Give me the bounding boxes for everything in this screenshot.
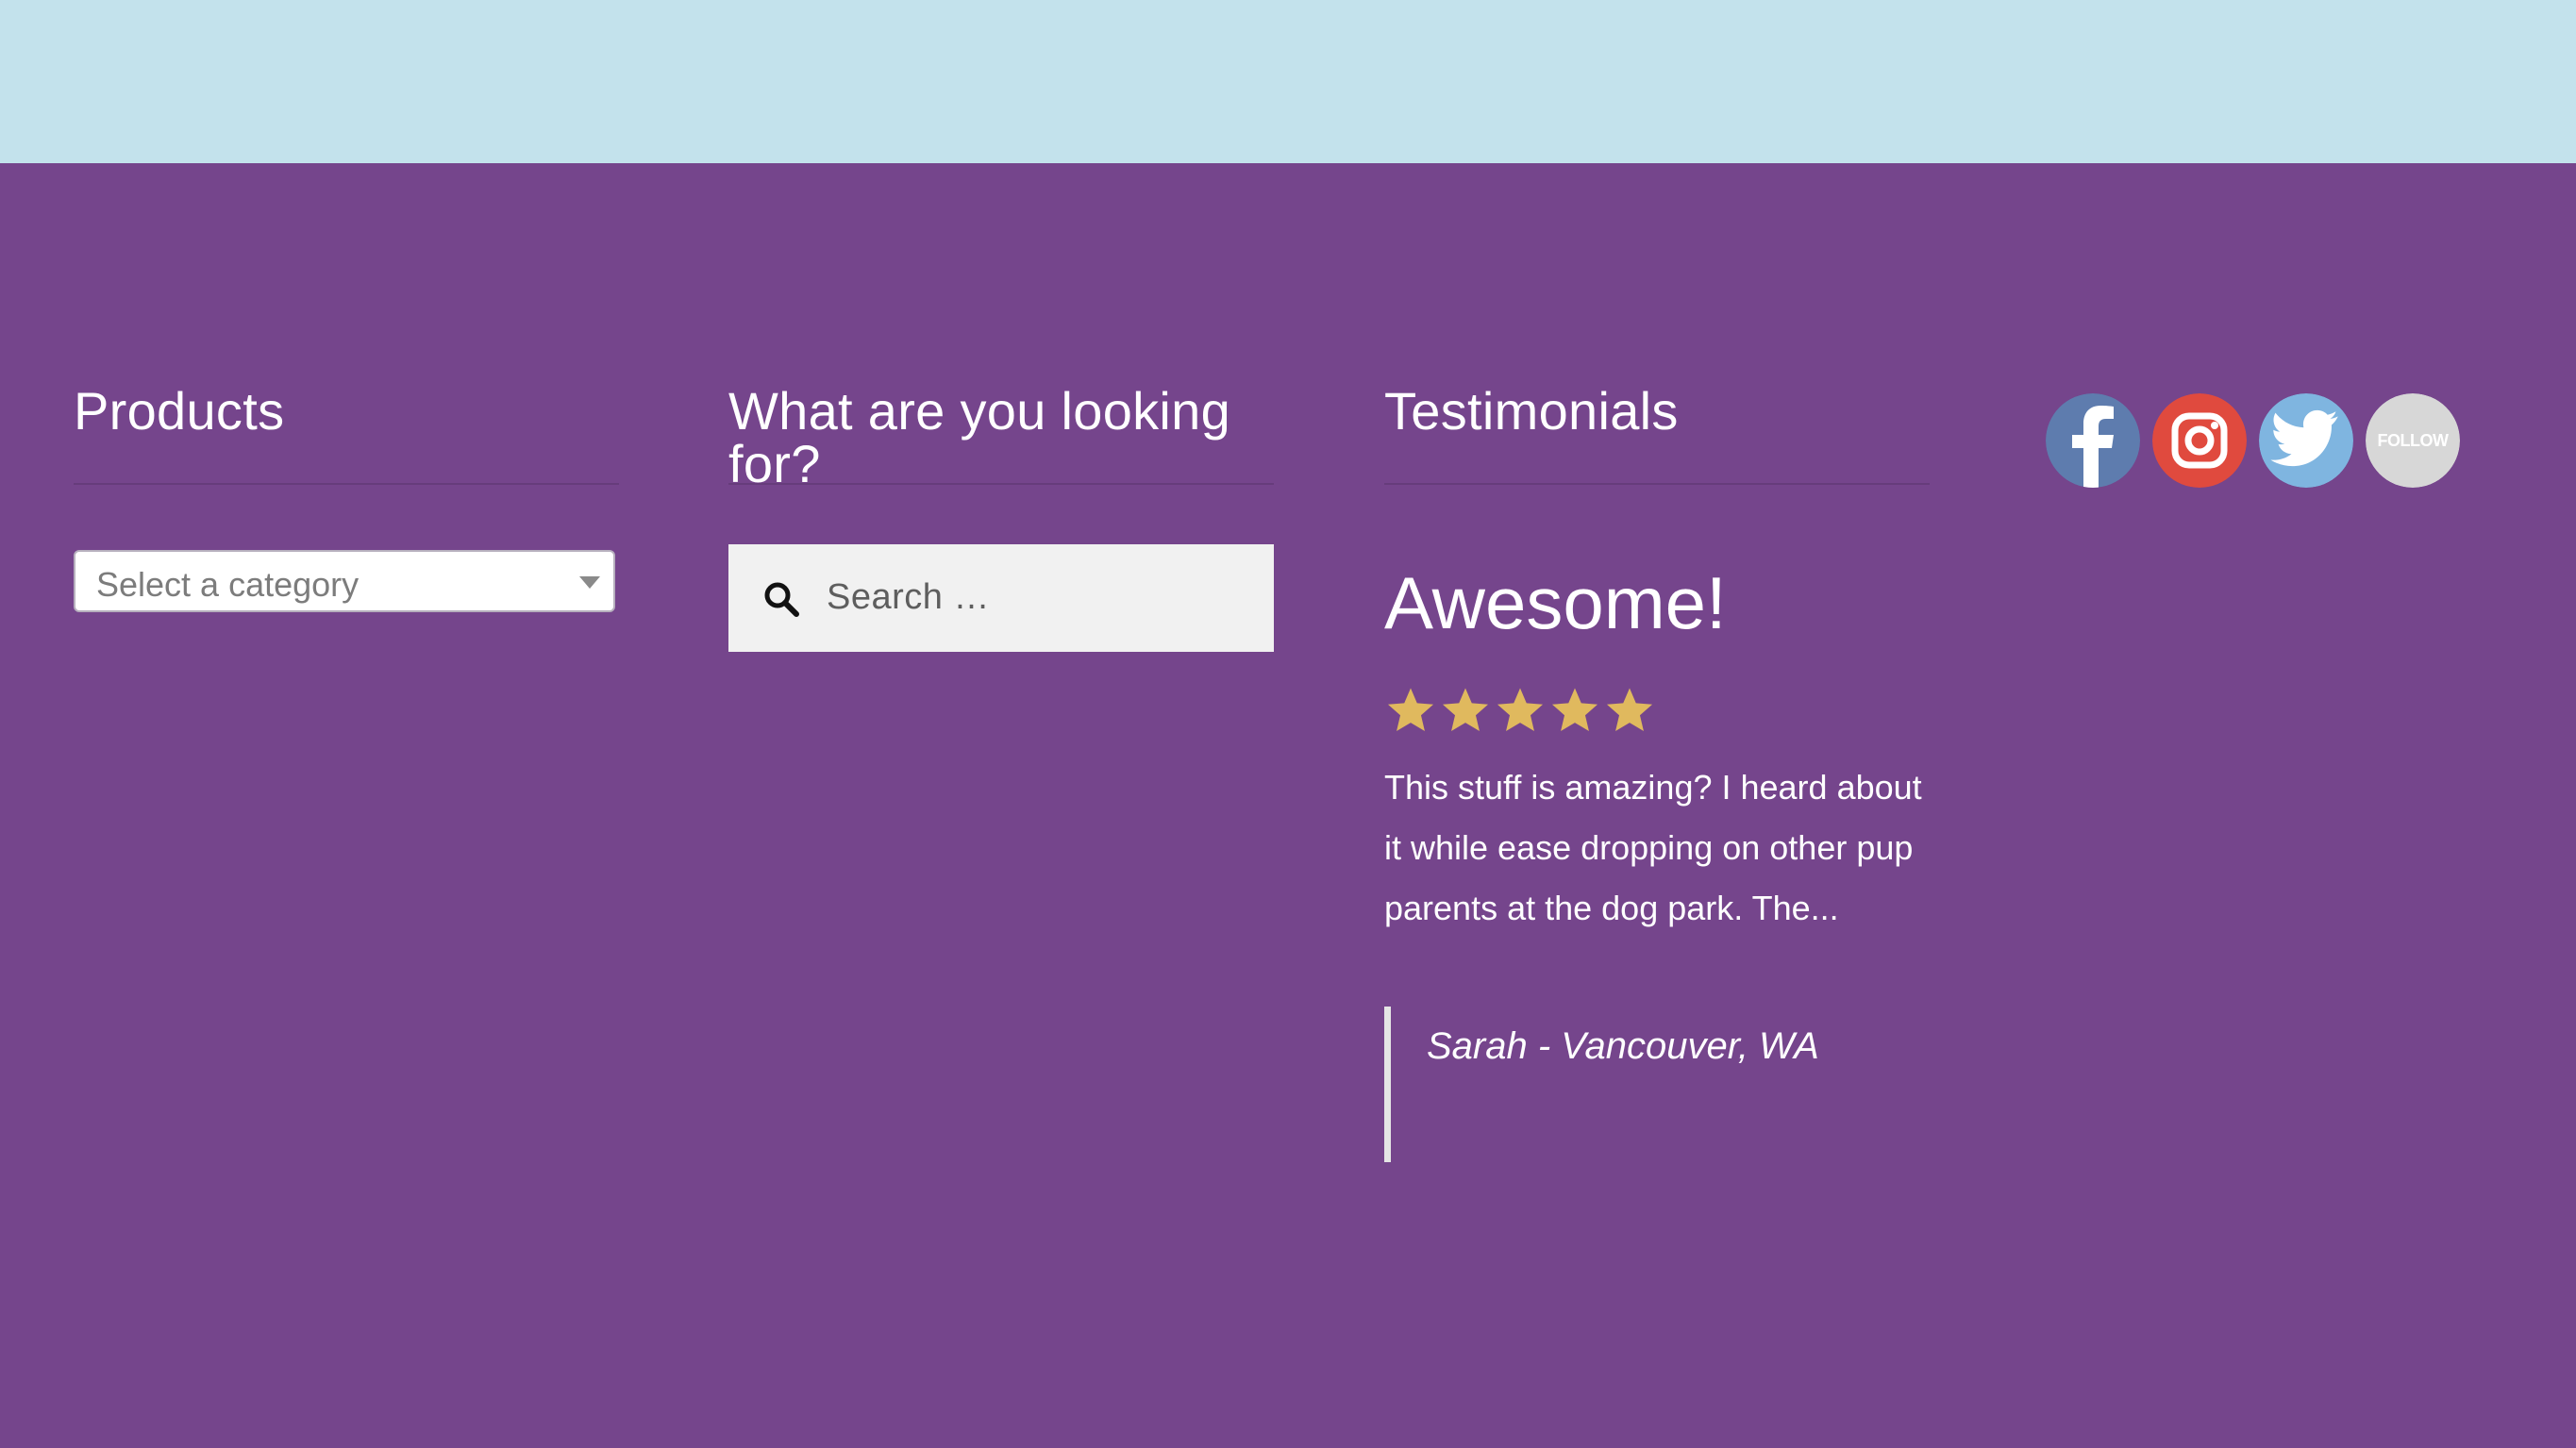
star-icon	[1442, 688, 1489, 731]
testimonials-title: Testimonials	[1384, 381, 1679, 441]
products-title: Products	[74, 381, 285, 441]
facebook-button[interactable]	[2046, 393, 2140, 488]
category-select-value: Select a category	[96, 565, 360, 604]
testimonials-widget: Testimonials Awesome! This stuff is amaz…	[1384, 381, 1930, 1162]
search-icon	[764, 582, 799, 617]
testimonial-quote: Sarah - Vancouver, WA	[1384, 1007, 1819, 1162]
testimonials-divider	[1384, 483, 1930, 485]
follow-label: FOLLOW	[2377, 431, 2449, 450]
header-band	[0, 0, 2576, 163]
category-select[interactable]: Select a category	[74, 550, 615, 612]
star-rating	[1384, 685, 1656, 738]
follow-button[interactable]: FOLLOW	[2366, 393, 2460, 488]
star-icon	[1551, 688, 1598, 731]
search-widget: What are you looking for? Search …	[728, 381, 1274, 652]
social-links: FOLLOW	[2046, 393, 2460, 488]
products-divider	[74, 483, 619, 485]
star-icon	[1606, 688, 1653, 731]
facebook-icon	[2046, 393, 2140, 488]
chevron-down-icon	[579, 576, 600, 589]
instagram-button[interactable]	[2152, 393, 2247, 488]
testimonial-author: Sarah - Vancouver, WA	[1427, 1025, 1819, 1067]
search-placeholder: Search …	[827, 577, 990, 617]
twitter-icon	[2259, 393, 2353, 488]
star-icon	[1497, 688, 1544, 731]
twitter-button[interactable]	[2259, 393, 2353, 488]
products-widget: Products Select a category	[74, 381, 619, 612]
search-input[interactable]: Search …	[728, 544, 1274, 652]
footer: Products Select a category What are you …	[0, 163, 2576, 1448]
star-icon	[1387, 688, 1434, 731]
search-title: What are you looking for?	[728, 381, 1231, 493]
instagram-icon	[2152, 393, 2247, 488]
testimonial-heading: Awesome!	[1384, 561, 1727, 644]
testimonial-text: This stuff is amazing? I heard about it …	[1384, 768, 1922, 927]
